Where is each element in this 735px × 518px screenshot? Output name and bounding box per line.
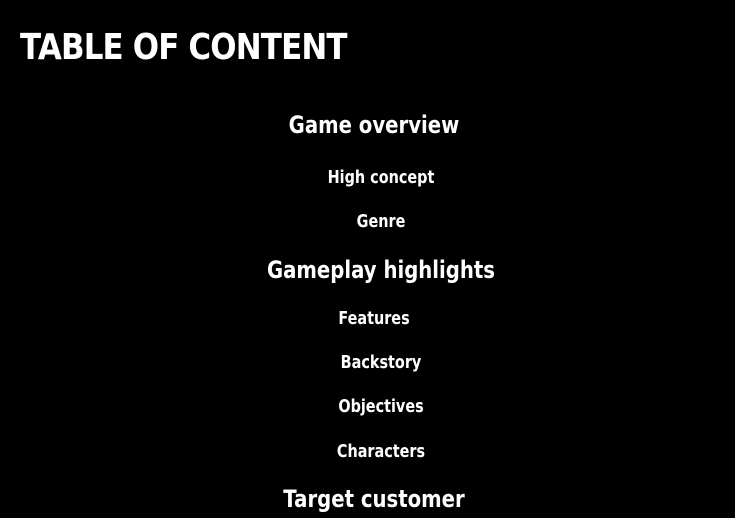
toc-item-objectives: Objectives (338, 396, 424, 417)
toc-item-high-concept: High concept (327, 167, 435, 188)
toc-item-characters: Characters (336, 441, 426, 462)
toc-item-game-overview: Game overview (288, 111, 460, 139)
toc-item-backstory: Backstory (340, 352, 422, 373)
toc-item-genre: Genre (356, 211, 406, 232)
toc-item-gameplay-highlights: Gameplay highlights (266, 256, 496, 284)
toc-item-features: Features (338, 308, 410, 329)
page-title: TABLE OF CONTENT (20, 27, 348, 68)
slide: TABLE OF CONTENT Game overview High conc… (0, 0, 735, 518)
toc-item-target-customer: Target customer (283, 485, 465, 513)
